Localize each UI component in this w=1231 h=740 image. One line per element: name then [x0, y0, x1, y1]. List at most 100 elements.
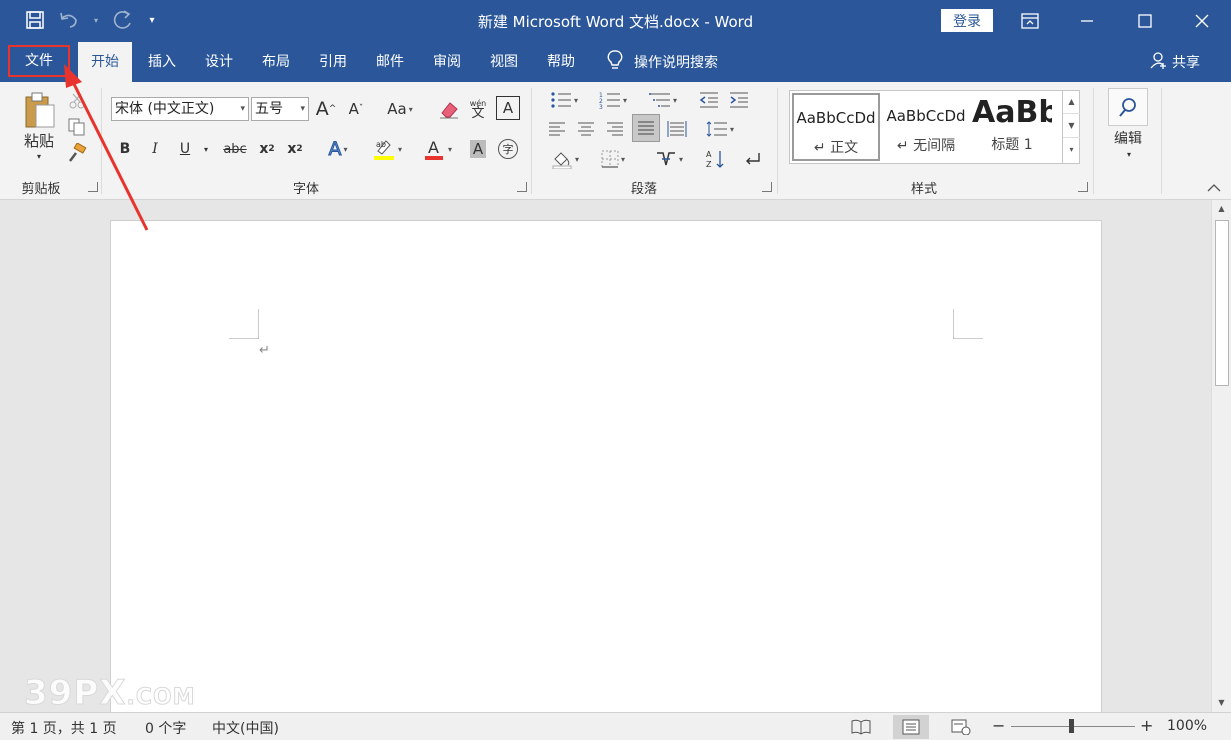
share-button[interactable]: 共享: [1150, 42, 1200, 82]
style-no-spacing[interactable]: AaBbCcDd ↵ 无间隔: [882, 93, 970, 161]
tab-help[interactable]: 帮助: [539, 42, 583, 82]
zoom-thumb[interactable]: [1069, 719, 1074, 733]
align-center-icon[interactable]: [573, 116, 599, 142]
show-marks-icon[interactable]: [738, 146, 766, 172]
paste-icon[interactable]: [20, 88, 60, 134]
font-color-icon[interactable]: A ▾: [416, 136, 458, 162]
font-name-combo[interactable]: 宋体 (中文正文) ▾: [111, 97, 249, 121]
highlight-color-icon[interactable]: ab ▾: [366, 136, 408, 162]
bold-button[interactable]: B: [114, 136, 136, 162]
grow-font-icon[interactable]: A ^: [314, 96, 338, 122]
ribbon-display-icon[interactable]: [1015, 8, 1045, 34]
gallery-down-icon[interactable]: ▼: [1063, 114, 1080, 138]
shrink-font-icon[interactable]: Aˇ: [344, 96, 368, 122]
format-painter-icon[interactable]: [66, 142, 88, 164]
tab-review[interactable]: 审阅: [425, 42, 469, 82]
search-icon[interactable]: [1108, 88, 1148, 126]
style-normal[interactable]: AaBbCcDd ↵ 正文: [792, 93, 880, 161]
close-icon[interactable]: [1187, 8, 1217, 34]
clear-format-icon[interactable]: [436, 96, 462, 122]
align-right-icon[interactable]: [602, 116, 628, 142]
paste-label[interactable]: 粘贴: [16, 130, 62, 150]
title-bar: ▾ ▾ 新建 Microsoft Word 文档.docx - Word 登录: [0, 0, 1231, 42]
superscript-button[interactable]: x2: [284, 136, 306, 162]
clipboard-launcher-icon[interactable]: [88, 182, 98, 192]
font-size-combo[interactable]: 五号 ▾: [251, 97, 309, 121]
decrease-indent-icon[interactable]: [696, 88, 722, 112]
zoom-level[interactable]: 100%: [1167, 718, 1207, 734]
read-mode-icon[interactable]: [843, 715, 879, 739]
font-name-value: 宋体 (中文正文): [115, 101, 215, 117]
change-case-icon[interactable]: Aa ▾: [380, 96, 420, 122]
collapse-ribbon-icon[interactable]: [1205, 180, 1223, 196]
share-label: 共享: [1172, 55, 1200, 71]
page-count[interactable]: 第 1 页，共 1 页: [11, 718, 117, 738]
scroll-thumb[interactable]: [1215, 220, 1229, 386]
cut-icon[interactable]: [66, 90, 88, 112]
distributed-icon[interactable]: [664, 116, 690, 142]
multilevel-list-icon[interactable]: ▾: [642, 88, 684, 112]
web-layout-icon[interactable]: [943, 715, 979, 739]
asian-layout-icon[interactable]: ▾: [648, 146, 690, 172]
bullets-icon[interactable]: ▾: [544, 88, 584, 112]
document-title: 新建 Microsoft Word 文档.docx - Word: [477, 13, 754, 31]
print-layout-icon[interactable]: [893, 715, 929, 739]
language-status[interactable]: 中文(中国): [212, 718, 279, 738]
style-heading-1[interactable]: AaBb 标题 1: [972, 93, 1052, 161]
font-launcher-icon[interactable]: [517, 182, 527, 192]
underline-dropdown-icon[interactable]: ▾: [200, 136, 212, 162]
ribbon-tabs: 文件 开始 插入 设计 布局 引用 邮件 审阅 视图 帮助 操作说明搜索 共享: [0, 42, 1231, 82]
paste-dropdown-icon[interactable]: ▾: [32, 150, 46, 162]
chevron-down-icon: ▾: [240, 104, 245, 114]
tab-file[interactable]: 文件: [8, 45, 70, 77]
zoom-out-button[interactable]: −: [992, 716, 1005, 735]
minimize-icon[interactable]: [1072, 8, 1102, 34]
watermark: 39PX.COM: [23, 673, 196, 714]
tab-layout[interactable]: 布局: [254, 42, 298, 82]
subscript-button[interactable]: x2: [256, 136, 278, 162]
phonetic-guide-icon[interactable]: wén 文: [466, 95, 490, 123]
tab-insert[interactable]: 插入: [140, 42, 184, 82]
font-size-value: 五号: [255, 101, 283, 117]
editing-label[interactable]: 编辑: [1106, 128, 1150, 148]
group-separator: [1093, 88, 1094, 194]
strikethrough-button[interactable]: abc: [220, 136, 250, 162]
paragraph-launcher-icon[interactable]: [762, 182, 772, 192]
login-button[interactable]: 登录: [941, 9, 993, 32]
line-spacing-icon[interactable]: ▾: [700, 116, 740, 142]
character-border-icon[interactable]: A: [496, 96, 520, 120]
gallery-more-icon[interactable]: ▾: [1063, 138, 1080, 162]
document-page[interactable]: ↵: [110, 220, 1102, 720]
tab-mailings[interactable]: 邮件: [368, 42, 412, 82]
underline-button[interactable]: U: [174, 136, 196, 162]
italic-button[interactable]: I: [144, 136, 166, 162]
zoom-in-button[interactable]: +: [1140, 716, 1153, 735]
gallery-up-icon[interactable]: ▲: [1063, 90, 1080, 114]
sort-icon[interactable]: AZ: [702, 146, 730, 172]
word-count[interactable]: 0 个字: [145, 718, 186, 738]
vertical-scrollbar[interactable]: ▲ ▼: [1211, 200, 1231, 712]
borders-icon[interactable]: ▾: [592, 146, 634, 172]
tab-home[interactable]: 开始: [78, 42, 132, 82]
style-preview: AaBb: [972, 95, 1052, 130]
editing-dropdown-icon[interactable]: ▾: [1122, 148, 1136, 160]
styles-launcher-icon[interactable]: [1078, 182, 1088, 192]
tab-design[interactable]: 设计: [197, 42, 241, 82]
text-effects-icon[interactable]: A ▾: [320, 136, 356, 162]
maximize-icon[interactable]: [1130, 8, 1160, 34]
copy-icon[interactable]: [66, 116, 88, 138]
increase-indent-icon[interactable]: [726, 88, 752, 112]
shading-icon[interactable]: ▾: [544, 146, 586, 172]
tab-references[interactable]: 引用: [311, 42, 355, 82]
tab-view[interactable]: 视图: [482, 42, 526, 82]
justify-icon[interactable]: [632, 114, 660, 142]
group-separator: [531, 88, 532, 194]
numbering-icon[interactable]: 1 2 3 ▾: [592, 88, 634, 112]
scroll-down-icon[interactable]: ▼: [1212, 694, 1231, 712]
status-bar: 第 1 页，共 1 页 0 个字 中文(中国) − + 100%: [0, 712, 1231, 740]
align-left-icon[interactable]: [544, 116, 570, 142]
scroll-up-icon[interactable]: ▲: [1212, 200, 1231, 218]
tell-me-search[interactable]: 操作说明搜索: [606, 42, 718, 82]
enclose-characters-icon[interactable]: 字: [496, 136, 520, 162]
character-shading-icon[interactable]: A: [466, 136, 490, 162]
